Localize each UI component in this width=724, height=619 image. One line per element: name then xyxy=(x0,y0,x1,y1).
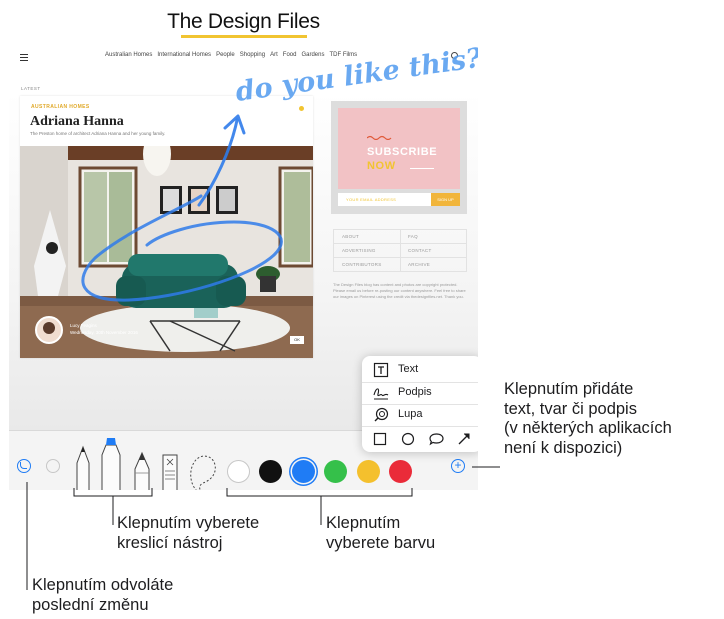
article-card[interactable]: AUSTRALIAN HOMES Adriana Hanna The Prest… xyxy=(20,96,313,358)
squiggle-icon xyxy=(367,135,392,140)
email-input[interactable]: YOUR EMAIL ADDRESS xyxy=(338,193,431,206)
color-blue-swatch[interactable] xyxy=(292,460,315,483)
callout-line: Klepnutím přidáte xyxy=(504,380,634,398)
subscribe-line2: NOW xyxy=(367,160,396,172)
menu-item-label: Lupa xyxy=(398,408,423,420)
square-icon[interactable] xyxy=(373,432,387,446)
callout-line: není k dispozici) xyxy=(504,438,623,457)
latest-label: LATEST xyxy=(21,86,41,91)
article-kicker: AUSTRALIAN HOMES xyxy=(31,104,90,110)
hamburger-menu-icon[interactable] xyxy=(20,54,28,63)
link-contact[interactable]: CONTACT xyxy=(408,248,432,253)
nav-item[interactable]: Art xyxy=(270,52,278,58)
subscribe-line1: SUBSCRIBE xyxy=(367,146,438,158)
menu-item-magnifier[interactable]: Lupa xyxy=(362,404,478,426)
redo-icon xyxy=(46,459,60,473)
room-illustration xyxy=(20,146,313,358)
menu-item-text[interactable]: Text xyxy=(362,359,478,381)
link-advertising[interactable]: ADVERTISING xyxy=(342,248,376,253)
drawing-tools xyxy=(76,438,216,490)
circle-icon[interactable] xyxy=(401,432,415,446)
undo-icon[interactable] xyxy=(17,459,31,473)
link-about[interactable]: ABOUT xyxy=(342,234,359,239)
nav-item[interactable]: Food xyxy=(283,52,297,58)
callout-line: poslední změnu xyxy=(32,595,149,614)
color-yellow-swatch[interactable] xyxy=(357,460,380,483)
menu-divider xyxy=(362,426,478,427)
article-dot-icon xyxy=(299,106,304,111)
author-date: Wednesday, 30th November 2016 xyxy=(70,330,138,335)
sidebar-links: ABOUT FAQ ADVERTISING CONTACT CONTRIBUTO… xyxy=(333,229,467,272)
nav-item[interactable]: People xyxy=(216,52,235,58)
color-red-swatch[interactable] xyxy=(389,460,412,483)
callout-line: Klepnutím vyberete xyxy=(117,514,260,532)
photo-ok-button[interactable]: OK xyxy=(290,336,304,344)
plus-icon[interactable]: + xyxy=(451,459,465,473)
callout-undo: Klepnutím odvoláte poslední změnu xyxy=(32,576,173,615)
pen-tool[interactable] xyxy=(76,445,90,490)
device-screen: The Design Files Australian Homes Intern… xyxy=(9,0,478,490)
eraser-tool[interactable] xyxy=(162,454,178,490)
add-menu-popup: Text Podpis Lupa xyxy=(362,356,478,452)
speech-bubble-icon[interactable] xyxy=(429,432,444,446)
article-subtitle: The Preston home of architect Adriana Ha… xyxy=(30,131,166,136)
marker-tool[interactable] xyxy=(101,438,121,490)
callout-color: Klepnutím vyberete barvu xyxy=(326,514,435,553)
callout-line: text, tvar či podpis xyxy=(504,399,637,418)
magnifier-icon xyxy=(374,407,389,422)
nav-item[interactable]: Gardens xyxy=(301,52,324,58)
search-icon[interactable] xyxy=(451,52,458,59)
menu-item-label: Text xyxy=(398,363,419,375)
color-black-swatch[interactable] xyxy=(259,460,282,483)
divider xyxy=(400,230,401,271)
lasso-tool[interactable] xyxy=(190,455,216,490)
nav-item[interactable]: TDF Films xyxy=(329,52,357,58)
callout-line: vyberete barvu xyxy=(326,533,436,552)
callout-line: kreslicí nástroj xyxy=(117,533,223,552)
callout-tool: Klepnutím vyberete kreslicí nástroj xyxy=(117,514,259,553)
pencil-tool[interactable] xyxy=(134,451,150,490)
callout-line: Klepnutím odvoláte xyxy=(32,576,174,594)
signature-icon xyxy=(373,388,389,400)
site-nav: Australian Homes International Homes Peo… xyxy=(105,52,357,58)
author-avatar[interactable] xyxy=(35,316,63,344)
article-author: Lucy Feagins Wednesday, 30th November 20… xyxy=(70,322,138,336)
link-faq[interactable]: FAQ xyxy=(408,234,418,239)
text-box-icon xyxy=(373,362,389,378)
subscribe-dash xyxy=(410,168,434,169)
article-photo[interactable]: Lucy Feagins Wednesday, 30th November 20… xyxy=(20,146,313,358)
arrow-icon[interactable] xyxy=(457,432,471,446)
subscribe-banner[interactable]: SUBSCRIBE NOW xyxy=(338,108,460,189)
nav-item[interactable]: International Homes xyxy=(157,52,211,58)
author-name: Lucy Feagins xyxy=(70,323,97,328)
nav-item[interactable]: Shopping xyxy=(240,52,265,58)
callout-add: Klepnutím přidáte text, tvar či podpis (… xyxy=(504,380,672,458)
menu-item-label: Podpis xyxy=(398,386,432,398)
callout-line: Klepnutím xyxy=(326,514,401,532)
sidebar-footer-text: The Design Files blog has content and ph… xyxy=(333,282,466,299)
signup-button[interactable]: SIGN UP xyxy=(431,193,460,206)
menu-item-signature[interactable]: Podpis xyxy=(362,382,478,404)
color-green-swatch[interactable] xyxy=(324,460,347,483)
shape-row xyxy=(362,428,478,450)
logo-underline xyxy=(181,35,307,38)
nav-item[interactable]: Australian Homes xyxy=(105,52,152,58)
color-white-swatch[interactable] xyxy=(227,460,250,483)
site-logo[interactable]: The Design Files xyxy=(9,10,478,34)
link-contributors[interactable]: CONTRIBUTORS xyxy=(342,262,382,267)
callout-line: (v některých aplikacích xyxy=(504,419,672,437)
article-title[interactable]: Adriana Hanna xyxy=(30,114,124,130)
link-archive[interactable]: ARCHIVE xyxy=(408,262,430,267)
